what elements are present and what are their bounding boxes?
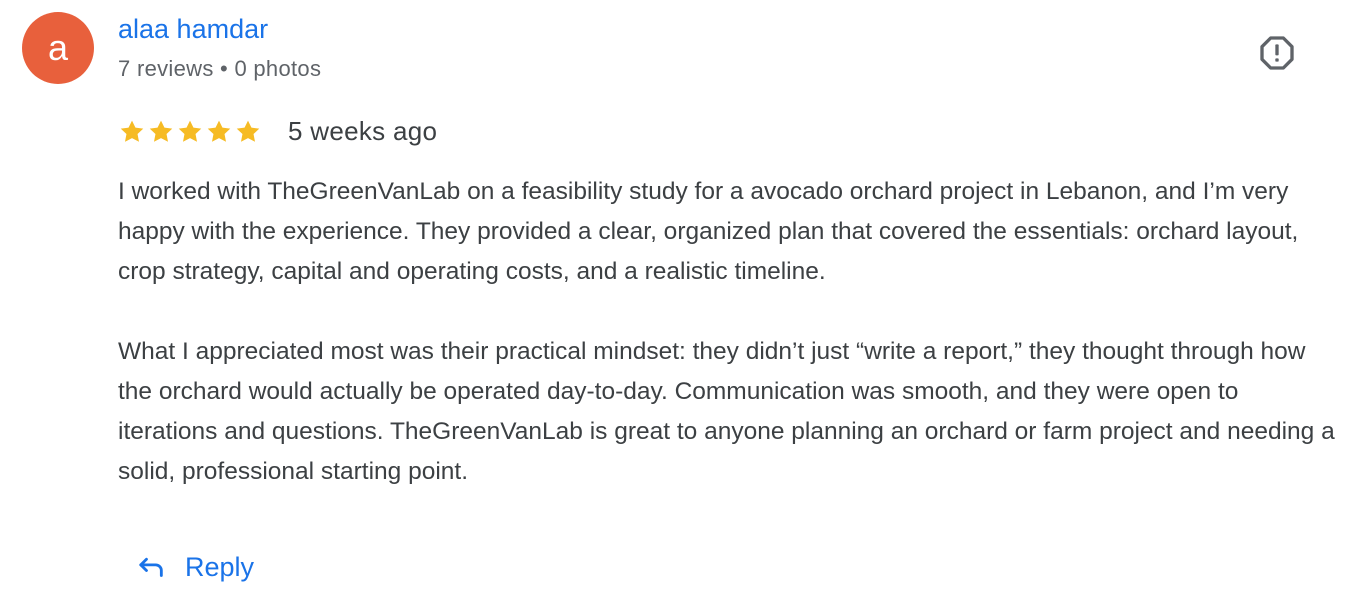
report-icon[interactable]	[1257, 33, 1297, 73]
star-icon	[149, 120, 173, 142]
avatar[interactable]: a	[22, 12, 94, 84]
star-rating	[118, 118, 262, 146]
reply-label: Reply	[185, 551, 255, 582]
rating-row: 5 weeks ago	[118, 116, 437, 147]
star-icon	[120, 120, 144, 142]
review-paragraph-1: I worked with TheGreenVanLab on a feasib…	[118, 178, 1299, 285]
review-paragraph-2: What I appreciated most was their practi…	[118, 338, 1335, 485]
review-date: 5 weeks ago	[288, 116, 438, 146]
review-text: I worked with TheGreenVanLab on a feasib…	[118, 172, 1343, 532]
reply-arrow-icon	[139, 557, 163, 577]
author-name-link[interactable]: alaa hamdar	[118, 14, 268, 45]
author-meta: 7 reviews • 0 photos	[118, 56, 322, 81]
star-icon	[207, 120, 231, 142]
star-icon	[178, 120, 202, 142]
star-icon	[236, 120, 260, 142]
reply-button[interactable]: Reply	[133, 542, 254, 592]
avatar-letter: a	[47, 27, 69, 68]
